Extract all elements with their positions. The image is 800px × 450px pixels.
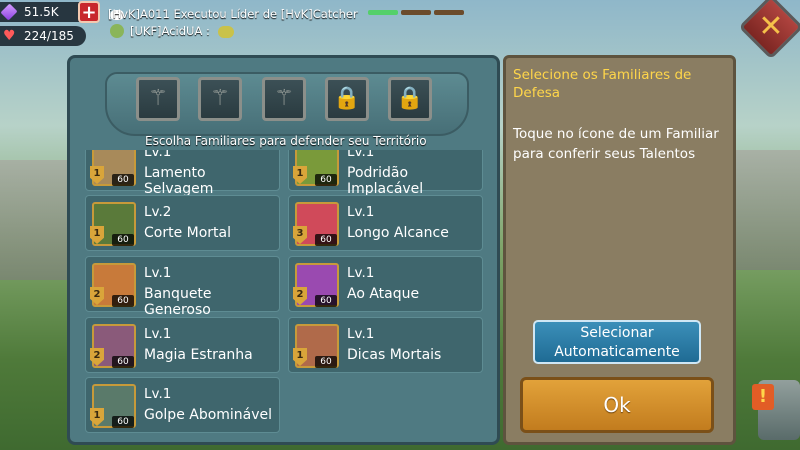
health-amount: 224/185 <box>24 29 74 43</box>
empty-slot-icon: ⚚ <box>148 86 168 111</box>
familiar-badge: 60 <box>315 234 337 246</box>
familiar-card[interactable]: 1 60 Lv.1 Dicas Mortais <box>288 317 483 373</box>
familiar-card[interactable]: 1 60 Lv.1 Podridão Implacável <box>288 150 483 197</box>
familiar-level: Lv.2 <box>144 204 172 220</box>
familiar-level: Lv.1 <box>347 326 375 342</box>
health-counter: ♥ 224/185 <box>0 26 86 46</box>
familiar-card[interactable]: 2 60 Lv.1 Ao Ataque <box>288 256 483 312</box>
familiar-badge: 60 <box>112 356 134 368</box>
familiar-name: Corte Mortal <box>144 225 232 241</box>
auto-select-button[interactable]: Selecionar Automaticamente <box>533 320 701 364</box>
chat-message-2[interactable]: [UKF]AcidUA : <box>130 24 234 38</box>
empty-slot-icon: ⚚ <box>210 86 230 111</box>
defense-slot-1[interactable]: ⚚ <box>136 77 180 121</box>
heart-icon: ♥ <box>3 28 16 44</box>
familiar-name: Ao Ataque <box>347 286 420 302</box>
familiar-name: Magia Estranha <box>144 347 253 363</box>
familiar-badge: 60 <box>315 174 337 186</box>
familiar-card[interactable]: 1 60 Lv.2 Corte Mortal <box>85 195 280 251</box>
gem-amount: 51.5K <box>24 5 59 19</box>
chat-message-1[interactable]: [HvK]A011 Executou Líder de [HvK]Catcher <box>108 7 358 21</box>
defense-slot-5[interactable]: 🔒 <box>388 77 432 121</box>
side-panel-description: Toque no ícone de um Familiar para confe… <box>513 126 719 162</box>
familiar-card[interactable]: 1 60 Lv.1 Lamento Selvagem <box>85 150 280 197</box>
exclamation-icon: ! <box>758 386 768 407</box>
ok-button[interactable]: Ok <box>520 377 714 433</box>
top-status-bars <box>368 0 468 15</box>
familiar-level: Lv.1 <box>144 386 172 402</box>
chat-message-2-text: [UKF]AcidUA : <box>130 24 210 38</box>
familiar-name: Golpe Abominável <box>144 407 273 423</box>
familiar-name: Podridão Implacável <box>347 165 424 197</box>
close-icon: ✕ <box>758 9 784 44</box>
buy-gems-button[interactable]: + <box>78 1 100 23</box>
guild-emblem-icon <box>110 24 124 38</box>
chat-message-1-text: [HvK]A011 Executou Líder de [HvK]Catcher <box>108 7 358 21</box>
familiar-name: Longo Alcance <box>347 225 449 241</box>
familiar-level: Lv.1 <box>144 326 172 342</box>
familiar-badge: 60 <box>112 234 134 246</box>
familiar-badge: 60 <box>112 416 134 428</box>
panel-subtitle: Escolha Familiares para defender seu Ter… <box>145 134 427 148</box>
defense-slot-3[interactable]: ⚚ <box>262 77 306 121</box>
familiar-level: Lv.1 <box>347 265 375 281</box>
gem-icon <box>0 3 18 21</box>
defense-slot-2[interactable]: ⚚ <box>198 77 242 121</box>
familiar-name: Banquete Generoso <box>144 286 212 318</box>
familiar-level: Lv.1 <box>347 150 375 160</box>
emote-icon <box>217 25 234 38</box>
side-panel-title: Selecione os Familiares de Defesa <box>513 67 692 101</box>
familiar-name: Dicas Mortais <box>347 347 442 363</box>
familiar-card[interactable]: 2 60 Lv.1 Banquete Generoso <box>85 256 280 318</box>
lock-icon: 🔒 <box>333 86 361 111</box>
empty-slot-icon: ⚚ <box>274 86 294 111</box>
familiar-level: Lv.1 <box>144 150 172 160</box>
familiar-badge: 60 <box>315 356 337 368</box>
familiar-badge: 60 <box>112 295 134 307</box>
familiar-card[interactable]: 2 60 Lv.1 Magia Estranha <box>85 317 280 373</box>
familiar-badge: 60 <box>112 174 134 186</box>
lock-icon: 🔒 <box>396 86 424 111</box>
familiar-list[interactable]: 1 60 Lv.1 Lamento Selvagem 1 60 Lv.1 Pod… <box>85 150 490 438</box>
familiar-card[interactable]: 1 60 Lv.1 Golpe Abominável <box>85 377 280 433</box>
defense-slot-4[interactable]: 🔒 <box>325 77 369 121</box>
familiar-level: Lv.1 <box>144 265 172 281</box>
familiar-name: Lamento Selvagem <box>144 165 214 197</box>
familiar-card[interactable]: 3 60 Lv.1 Longo Alcance <box>288 195 483 251</box>
familiar-level: Lv.1 <box>347 204 375 220</box>
familiar-badge: 60 <box>315 295 337 307</box>
